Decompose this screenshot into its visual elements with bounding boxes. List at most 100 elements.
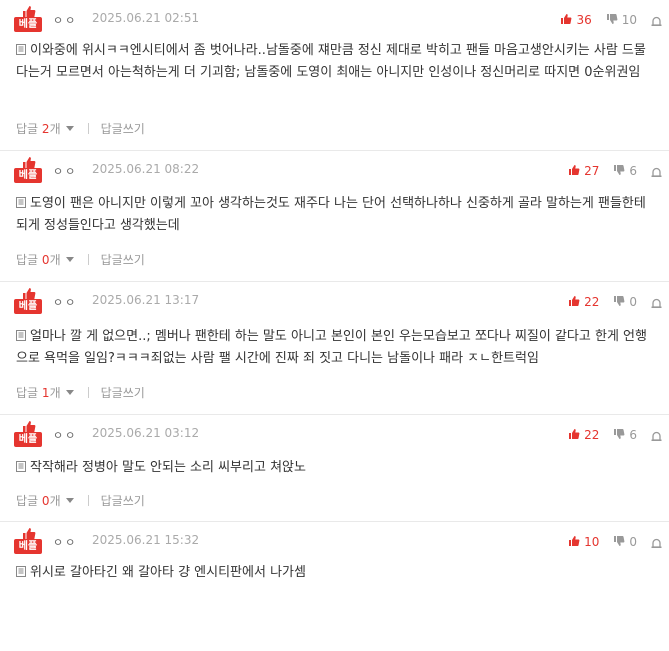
upvote-count: 22 <box>584 428 600 442</box>
vote-area: 10 0 <box>568 532 669 552</box>
author-nickname[interactable]: ㅇㅇ <box>53 294 77 310</box>
reply-count: 0 <box>41 252 50 267</box>
reply-toggle[interactable]: 답글 1개 <box>16 384 74 401</box>
downvote-button[interactable]: 10 <box>606 13 637 28</box>
upvote-button[interactable]: 22 <box>568 428 599 443</box>
thumbs-up-icon <box>22 286 36 300</box>
document-icon <box>16 458 26 472</box>
comment-item: 베플 ㅇㅇ 2025.06.21 08:22 27 6 도영이 팬은 아니지만 … <box>0 151 669 282</box>
comment-item: 베플 ㅇㅇ 2025.06.21 13:17 22 0 얼마나 깔 게 없으면.… <box>0 282 669 415</box>
reply-toggle[interactable]: 답글 0개 <box>16 492 74 509</box>
best-comment-badge: 베플 <box>14 4 42 36</box>
thumbs-up-icon <box>22 526 36 540</box>
thumbs-up-icon <box>22 155 36 169</box>
comment-item: 베플 ㅇㅇ 2025.06.21 02:51 36 10 이와중에 위시ㅋㅋ엔시… <box>0 0 669 151</box>
reply-toggle[interactable]: 답글 2개 <box>16 120 74 137</box>
report-icon[interactable] <box>651 165 665 177</box>
thumbs-down-icon <box>613 428 629 443</box>
upvote-button[interactable]: 22 <box>568 295 599 310</box>
caret-down-icon <box>65 256 74 262</box>
comment-date: 2025.06.21 08:22 <box>92 162 200 176</box>
reply-unit: 개 <box>49 493 61 508</box>
comment-footer: 답글 0개 답글쓰기 <box>0 237 669 281</box>
write-reply-button[interactable]: 답글쓰기 <box>101 251 145 268</box>
reply-toggle[interactable]: 답글 0개 <box>16 251 74 268</box>
thumbs-up-icon <box>560 13 576 28</box>
badge-label: 베플 <box>14 432 42 447</box>
reply-unit: 개 <box>49 252 61 267</box>
upvote-count: 22 <box>584 295 600 309</box>
comment-body: 얼마나 깔 게 없으면..; 멤버나 팬한테 하는 말도 아니고 본인이 본인 … <box>0 326 669 370</box>
downvote-button[interactable]: 0 <box>613 535 637 550</box>
badge-label: 베플 <box>14 17 42 32</box>
upvote-button[interactable]: 10 <box>568 535 599 550</box>
comment-date: 2025.06.21 03:12 <box>92 426 200 440</box>
comment-body: 도영이 팬은 아니지만 이렇게 꼬아 생각하는것도 재주다 나는 단어 선택하나… <box>0 193 669 237</box>
badge-label: 베플 <box>14 539 42 554</box>
best-comment-badge: 베플 <box>14 286 42 318</box>
comment-date: 2025.06.21 13:17 <box>92 293 200 307</box>
upvote-count: 36 <box>576 13 592 27</box>
comment-body: 작작해라 정병아 말도 안되는 소리 씨부리고 쳐앉노 <box>0 457 669 479</box>
divider <box>87 122 89 134</box>
vote-area: 36 10 <box>560 10 669 30</box>
downvote-count: 0 <box>629 535 637 549</box>
author-nickname[interactable]: ㅇㅇ <box>53 534 77 550</box>
author-nickname[interactable]: ㅇㅇ <box>53 12 77 28</box>
divider <box>87 494 89 506</box>
reply-unit: 개 <box>49 121 61 136</box>
write-reply-button[interactable]: 답글쓰기 <box>101 384 145 401</box>
upvote-button[interactable]: 36 <box>560 13 592 28</box>
reply-count: 2 <box>41 121 50 136</box>
upvote-count: 10 <box>584 535 600 549</box>
comment-text: 이와중에 위시ㅋㅋ엔시티에서 좀 벗어나라..남돌중에 쟤만큼 정신 제대로 박… <box>16 43 646 80</box>
comment-item: 베플 ㅇㅇ 2025.06.21 15:32 10 0 위시로 갈아타긴 왜 갈… <box>0 522 669 614</box>
thumbs-up-icon <box>568 535 584 550</box>
comment-text: 위시로 갈아타긴 왜 갈아타 걍 엔시티판에서 나가셈 <box>30 565 306 580</box>
reply-unit: 개 <box>49 385 61 400</box>
caret-down-icon <box>65 389 74 395</box>
write-reply-button[interactable]: 답글쓰기 <box>101 492 145 509</box>
divider <box>87 386 89 398</box>
caret-down-icon <box>65 497 74 503</box>
comment-text: 얼마나 깔 게 없으면..; 멤버나 팬한테 하는 말도 아니고 본인이 본인 … <box>16 329 647 366</box>
reply-label: 답글 <box>16 252 39 267</box>
report-icon[interactable] <box>651 14 665 26</box>
best-comment-badge: 베플 <box>14 155 42 187</box>
reply-label: 답글 <box>16 493 39 508</box>
comment-item: 베플 ㅇㅇ 2025.06.21 03:12 22 6 작작해라 정병아 말도 … <box>0 415 669 522</box>
reply-label: 답글 <box>16 121 39 136</box>
comment-list: 베플 ㅇㅇ 2025.06.21 02:51 36 10 이와중에 위시ㅋㅋ엔시… <box>0 0 669 614</box>
vote-area: 22 0 <box>568 292 669 312</box>
comment-text: 작작해라 정병아 말도 안되는 소리 씨부리고 쳐앉노 <box>30 460 306 475</box>
downvote-button[interactable]: 0 <box>613 295 637 310</box>
thumbs-down-icon <box>613 164 629 179</box>
report-icon[interactable] <box>651 536 665 548</box>
downvote-button[interactable]: 6 <box>613 164 637 179</box>
reply-count: 1 <box>41 385 50 400</box>
downvote-button[interactable]: 6 <box>613 428 637 443</box>
thumbs-up-icon <box>568 428 584 443</box>
comment-header: 베플 ㅇㅇ 2025.06.21 08:22 27 6 <box>0 151 669 193</box>
downvote-count: 6 <box>629 428 637 442</box>
document-icon <box>16 327 26 341</box>
downvote-count: 6 <box>629 164 637 178</box>
upvote-count: 27 <box>584 164 600 178</box>
upvote-button[interactable]: 27 <box>568 164 599 179</box>
comment-header: 베플 ㅇㅇ 2025.06.21 15:32 10 0 <box>0 522 669 562</box>
badge-label: 베플 <box>14 299 42 314</box>
comment-text: 도영이 팬은 아니지만 이렇게 꼬아 생각하는것도 재주다 나는 단어 선택하나… <box>16 196 646 233</box>
author-nickname[interactable]: ㅇㅇ <box>53 163 77 179</box>
write-reply-button[interactable]: 답글쓰기 <box>101 120 145 137</box>
thumbs-up-icon <box>568 164 584 179</box>
report-icon[interactable] <box>651 429 665 441</box>
comment-body: 위시로 갈아타긴 왜 갈아타 걍 엔시티판에서 나가셈 <box>0 562 669 584</box>
report-icon[interactable] <box>651 296 665 308</box>
downvote-count: 10 <box>621 13 637 27</box>
comment-header: 베플 ㅇㅇ 2025.06.21 02:51 36 10 <box>0 0 669 40</box>
thumbs-up-icon <box>22 419 36 433</box>
author-nickname[interactable]: ㅇㅇ <box>53 427 77 443</box>
comment-header: 베플 ㅇㅇ 2025.06.21 13:17 22 0 <box>0 282 669 326</box>
thumbs-up-icon <box>568 295 584 310</box>
document-icon <box>16 194 26 208</box>
